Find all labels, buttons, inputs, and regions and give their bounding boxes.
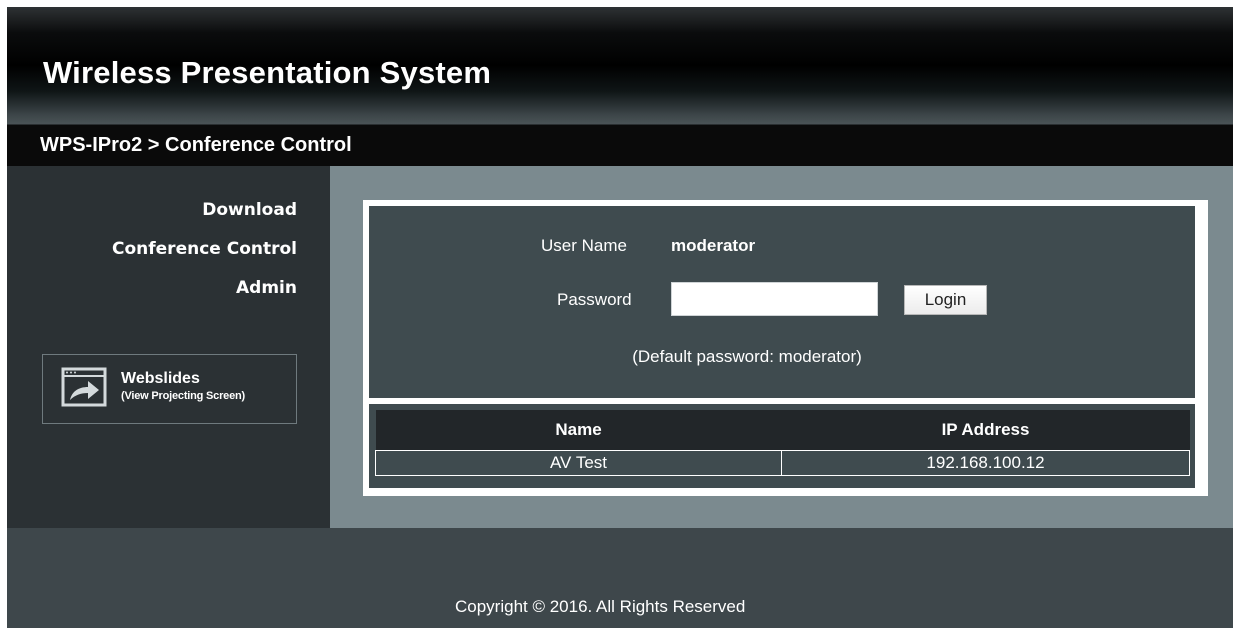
table-header-row: Name IP Address xyxy=(375,410,1190,451)
username-label: User Name xyxy=(541,236,627,255)
breadcrumb: WPS-IPro2 > Conference Control xyxy=(40,134,352,156)
conference-card: User Name moderator Password Login (Defa… xyxy=(363,200,1208,496)
footer: Copyright © 2016. All Rights Reserved xyxy=(7,528,1233,628)
clients-table-panel: Name IP Address AV Test 192.168.100.12 xyxy=(369,404,1195,488)
clients-table: Name IP Address AV Test 192.168.100.12 xyxy=(375,410,1190,476)
default-password-note: (Default password: moderator) xyxy=(632,347,862,366)
cell-ip-address: 192.168.100.12 xyxy=(781,450,1190,476)
sidebar-item-admin[interactable]: Admin xyxy=(236,278,297,298)
login-panel: User Name moderator Password Login (Defa… xyxy=(369,206,1195,398)
sidebar-item-conference-control[interactable]: Conference Control xyxy=(112,239,297,259)
app-title: Wireless Presentation System xyxy=(43,55,492,90)
table-row: AV Test 192.168.100.12 xyxy=(375,450,1190,476)
username-value: moderator xyxy=(671,236,756,255)
copyright-text: Copyright © 2016. All Rights Reserved xyxy=(455,597,746,616)
column-header-ip-address: IP Address xyxy=(781,410,1190,451)
projector-screen-arrow-icon xyxy=(61,367,107,407)
webslides-title: Webslides xyxy=(121,370,200,387)
login-button[interactable]: Login xyxy=(904,285,987,315)
webslides-button[interactable]: Webslides (View Projecting Screen) xyxy=(42,354,297,424)
app-frame: Wireless Presentation System WPS-IPro2 >… xyxy=(7,7,1233,628)
column-header-name: Name xyxy=(375,410,782,451)
sidebar-item-download[interactable]: Download xyxy=(202,200,297,220)
sidebar: Download Conference Control Admin Websli… xyxy=(7,166,330,528)
main-content: User Name moderator Password Login (Defa… xyxy=(330,166,1233,528)
webslides-subtitle: (View Projecting Screen) xyxy=(121,390,245,402)
password-input[interactable] xyxy=(671,282,878,316)
header-banner: Wireless Presentation System xyxy=(7,7,1233,124)
password-label: Password xyxy=(557,290,632,309)
breadcrumb-bar: WPS-IPro2 > Conference Control xyxy=(7,124,1233,166)
cell-name: AV Test xyxy=(375,450,782,476)
